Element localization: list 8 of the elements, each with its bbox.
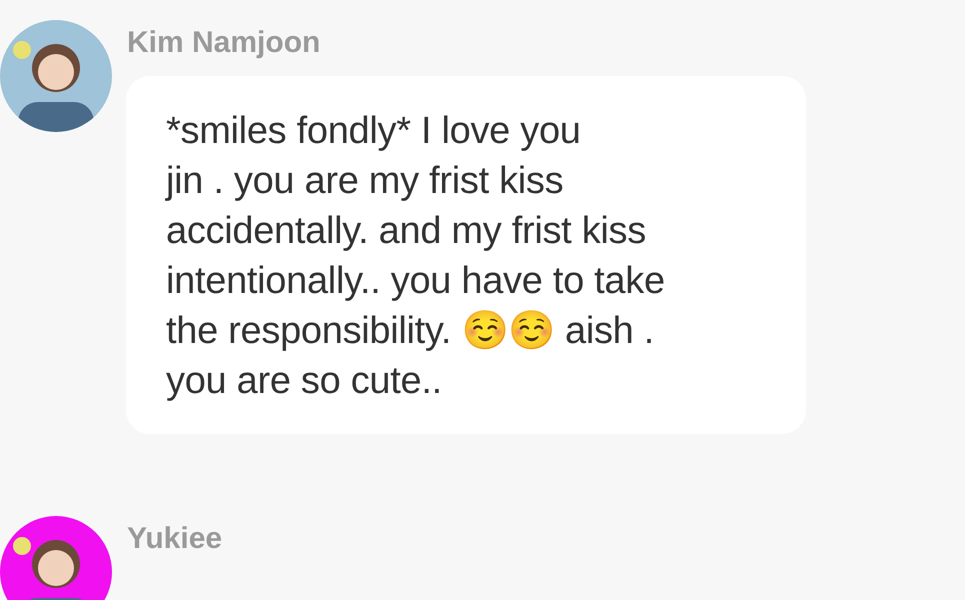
message-text: intentionally.. you have to take [166,259,666,304]
message-text: you are so cute.. [166,359,443,404]
message-text: accidentally. and my frist kiss [166,209,647,254]
message-text: jin . you are my frist kiss [166,159,564,204]
message-text: the responsibility. ☺☺ aish . [166,309,656,354]
message-text: *smiles fondly* I love you [166,109,582,154]
author-name: Yukiee [126,521,222,557]
author-name: Kim Namjoon [126,25,322,61]
